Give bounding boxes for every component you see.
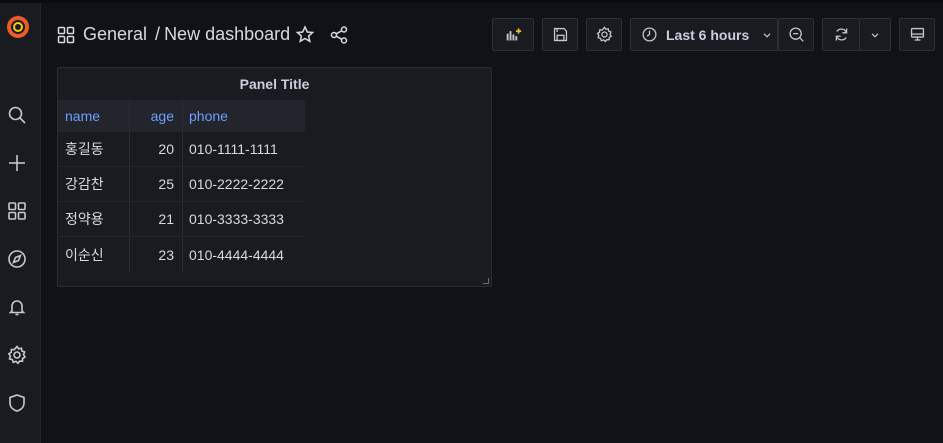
cell-name: 정약용 xyxy=(58,202,130,236)
cell-phone: 010-3333-3333 xyxy=(189,211,284,227)
panel-resize-handle[interactable] xyxy=(483,278,489,284)
cell-name: 이순신 xyxy=(58,237,130,272)
cell-phone: 010-4444-4444 xyxy=(189,246,284,263)
dashboard-header: General / New dashboard Last 6 hours xyxy=(41,3,943,65)
refresh-button[interactable] xyxy=(822,18,860,51)
cell-age: 20 xyxy=(130,132,183,166)
dashboards-grid-icon xyxy=(57,26,75,44)
panel-title[interactable]: Panel Title xyxy=(58,76,491,92)
gear-icon xyxy=(596,26,612,43)
search-icon[interactable] xyxy=(4,102,30,128)
refresh-icon xyxy=(835,28,847,41)
sidebar xyxy=(0,3,41,443)
breadcrumb-folder[interactable]: General xyxy=(83,24,147,44)
chevron-down-icon xyxy=(763,32,771,38)
breadcrumb: General / New dashboard xyxy=(83,24,290,45)
table-row: 이순신 23 010-4444-4444 xyxy=(58,237,305,272)
dashboard-title[interactable]: New dashboard xyxy=(164,24,290,44)
table-row: 강감찬 25 010-2222-2222 xyxy=(58,167,305,202)
cell-age: 23 xyxy=(130,237,183,272)
add-panel-icon xyxy=(506,28,521,41)
time-range-label: Last 6 hours xyxy=(666,26,750,43)
dashboard-settings-button[interactable] xyxy=(586,18,622,51)
cell-age: 21 xyxy=(130,202,183,236)
table-panel[interactable]: Panel Title name age phone 홍길동 20 010-11… xyxy=(57,67,492,287)
cell-name: 홍길동 xyxy=(58,132,130,166)
refresh-interval-dropdown[interactable] xyxy=(859,18,891,51)
zoom-out-icon xyxy=(788,27,804,42)
star-icon[interactable] xyxy=(295,25,315,45)
plus-icon[interactable] xyxy=(4,150,30,176)
chevron-down-icon xyxy=(871,32,879,38)
explore-icon[interactable] xyxy=(4,246,30,272)
dashboards-icon[interactable] xyxy=(4,198,30,224)
shield-icon[interactable] xyxy=(4,390,30,416)
save-dashboard-button[interactable] xyxy=(542,18,578,51)
gear-icon[interactable] xyxy=(4,342,30,368)
view-mode-button[interactable] xyxy=(899,18,935,51)
column-header-phone[interactable]: phone xyxy=(183,100,305,132)
column-header-name[interactable]: name xyxy=(58,100,130,132)
time-range-picker[interactable]: Last 6 hours xyxy=(630,18,778,51)
breadcrumb-separator: / xyxy=(155,24,161,44)
save-icon xyxy=(553,27,567,42)
column-header-age[interactable]: age xyxy=(130,100,183,132)
grafana-logo-icon[interactable] xyxy=(4,13,32,41)
cell-name: 강감찬 xyxy=(58,167,130,201)
bell-icon[interactable] xyxy=(4,294,30,320)
table-row: 홍길동 20 010-1111-1111 xyxy=(58,132,305,167)
grafana-app: General / New dashboard Last 6 hours Pan… xyxy=(0,0,943,443)
cell-phone: 010-2222-2222 xyxy=(189,176,284,192)
zoom-out-button[interactable] xyxy=(778,18,814,51)
share-icon[interactable] xyxy=(329,25,349,45)
add-panel-button[interactable] xyxy=(492,18,534,51)
cell-phone: 010-1111-1111 xyxy=(189,141,278,157)
cell-age: 25 xyxy=(130,167,183,201)
table-header: name age phone xyxy=(58,100,305,132)
table-row: 정약용 21 010-3333-3333 xyxy=(58,202,305,237)
data-table: name age phone 홍길동 20 010-1111-1111 강감찬 … xyxy=(58,100,305,272)
monitor-icon xyxy=(910,27,924,41)
clock-icon xyxy=(642,27,657,42)
